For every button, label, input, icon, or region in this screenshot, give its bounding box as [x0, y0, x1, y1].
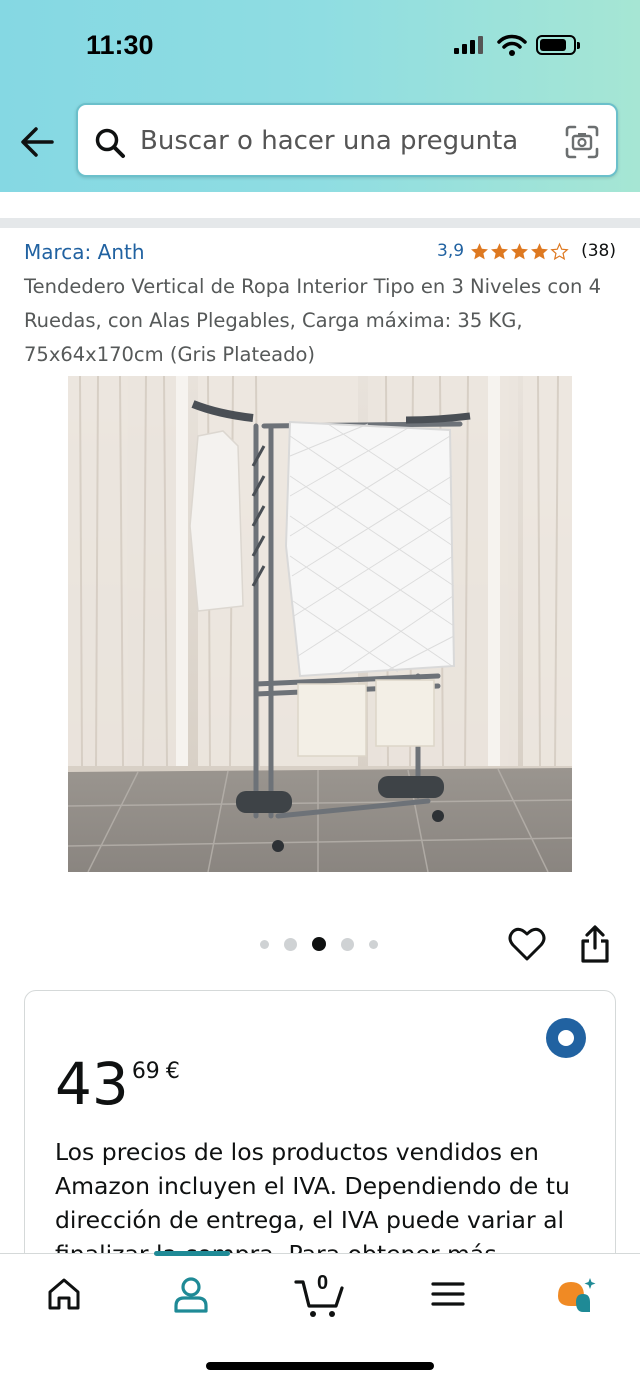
- cart-count-badge: 0: [317, 1272, 329, 1294]
- section-divider: [0, 218, 640, 228]
- status-time: 11:30: [86, 30, 154, 60]
- star-full-icon: [531, 242, 549, 259]
- bottom-tab-bar: 0: [0, 1251, 640, 1385]
- tab-home[interactable]: [32, 1276, 96, 1326]
- price-currency: €: [165, 1059, 180, 1084]
- rufus-assistant-icon: [558, 1278, 596, 1312]
- camera-search-icon[interactable]: [564, 124, 600, 160]
- brand-link[interactable]: Marca: Anth: [24, 240, 145, 264]
- star-full-icon: [491, 242, 509, 259]
- product-image[interactable]: [68, 376, 572, 872]
- price-fraction: 69: [131, 1059, 160, 1084]
- carousel-dot[interactable]: [284, 937, 297, 951]
- share-icon[interactable]: [578, 924, 612, 964]
- image-carousel-dots[interactable]: [260, 937, 378, 951]
- radio-selected-icon[interactable]: [545, 1017, 587, 1059]
- star-full-icon: [511, 242, 529, 259]
- star-rating: [470, 241, 569, 261]
- star-empty-icon: [550, 241, 569, 260]
- app-header: 11:30: [0, 0, 640, 192]
- back-arrow-icon[interactable]: [18, 122, 58, 162]
- tab-account[interactable]: [159, 1276, 223, 1326]
- cellular-signal-icon: [454, 36, 483, 54]
- rating-value: 3,9: [437, 241, 465, 261]
- product-title: Tendedero Vertical de Ropa Interior Tipo…: [24, 275, 601, 366]
- carousel-dot-active[interactable]: [312, 937, 326, 951]
- active-tab-indicator: [154, 1251, 230, 1256]
- review-count: (38): [581, 241, 616, 261]
- heart-icon[interactable]: [508, 926, 546, 962]
- search-input[interactable]: [140, 123, 540, 159]
- price: 43 69 €: [55, 1049, 180, 1119]
- price-whole: 43: [55, 1050, 129, 1118]
- status-bar: 11:30: [0, 0, 640, 92]
- home-icon: [48, 1278, 80, 1310]
- drying-rack-photo: [68, 376, 572, 872]
- search-icon: [95, 128, 125, 158]
- home-indicator: [206, 1362, 434, 1370]
- brand-rating-row: Marca: Anth 3,9 (38): [24, 240, 616, 266]
- search-bar[interactable]: [76, 103, 618, 177]
- vat-notice: Los precios de los productos vendidos en…: [55, 1138, 570, 1268]
- tab-menu[interactable]: [416, 1276, 480, 1326]
- battery-icon: [536, 35, 580, 55]
- wifi-icon: [497, 34, 527, 56]
- account-icon: [174, 1277, 208, 1313]
- tab-rufus[interactable]: [544, 1276, 608, 1326]
- carousel-dot[interactable]: [369, 939, 378, 949]
- carousel-dot[interactable]: [341, 937, 354, 951]
- star-full-icon: [471, 242, 489, 259]
- tab-cart[interactable]: 0: [288, 1272, 352, 1326]
- carousel-dot[interactable]: [260, 939, 269, 949]
- rating-summary[interactable]: 3,9 (38): [437, 241, 616, 261]
- menu-icon: [431, 1282, 465, 1306]
